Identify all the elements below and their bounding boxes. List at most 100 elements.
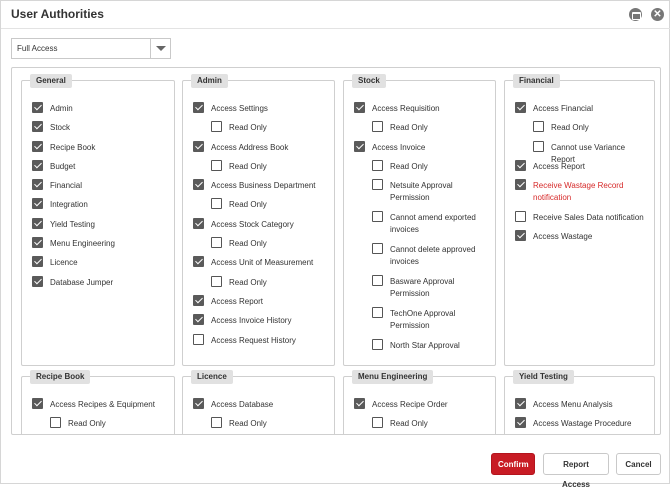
- checkbox-checked[interactable]: [32, 140, 43, 152]
- checkbox-checked[interactable]: [515, 102, 526, 113]
- permission-item[interactable]: Receive Wastage Record notification: [515, 176, 650, 208]
- checkbox-checked[interactable]: [193, 217, 204, 229]
- permission-item[interactable]: Read Only: [354, 157, 491, 176]
- checkbox-unchecked[interactable]: [211, 237, 222, 249]
- checkbox-checked[interactable]: [193, 102, 204, 113]
- report-access-button[interactable]: Report Access: [543, 453, 609, 489]
- permission-item[interactable]: Access Recipes & Equipment: [32, 395, 170, 414]
- permission-item[interactable]: Access Unit of Measurement: [193, 253, 330, 272]
- permission-item[interactable]: Read Only: [515, 118, 650, 137]
- permission-item[interactable]: Cannot amend exported invoices: [354, 208, 491, 240]
- access-level-select[interactable]: Full Access: [11, 38, 171, 59]
- checkbox-unchecked[interactable]: [211, 159, 222, 171]
- checkbox-unchecked[interactable]: [211, 121, 222, 133]
- permission-item[interactable]: Read Only: [354, 118, 491, 137]
- checkbox-unchecked[interactable]: [372, 243, 383, 255]
- checkbox-checked[interactable]: [32, 398, 43, 409]
- permission-item[interactable]: Read Only: [193, 414, 330, 433]
- checkbox-unchecked[interactable]: [211, 417, 222, 429]
- permission-item[interactable]: Access Report: [515, 157, 650, 176]
- checkbox-checked[interactable]: [32, 121, 43, 133]
- permission-item[interactable]: Access Invoice History: [193, 311, 330, 330]
- permission-item[interactable]: Database Jumper: [32, 273, 170, 292]
- checkbox-checked[interactable]: [193, 314, 204, 326]
- permission-item[interactable]: Access Stock Category: [193, 215, 330, 234]
- permission-item[interactable]: Access Request History: [193, 331, 330, 350]
- checkbox-checked[interactable]: [32, 275, 43, 287]
- checkbox-checked[interactable]: [32, 198, 43, 210]
- permission-item[interactable]: Access Database: [193, 395, 330, 414]
- cancel-button[interactable]: Cancel: [616, 453, 661, 475]
- permission-item[interactable]: Access Recipe Order: [354, 395, 491, 414]
- permission-item[interactable]: Recipe Book: [32, 138, 170, 157]
- permissions-scroll-area[interactable]: General Admin Stock Recipe Book Budget Financ…: [11, 67, 661, 435]
- permission-item[interactable]: Netsuite Approval Permission: [354, 176, 491, 208]
- permission-item[interactable]: Read Only: [193, 157, 330, 176]
- permission-item[interactable]: Read Only: [193, 118, 330, 137]
- checkbox-unchecked[interactable]: [50, 417, 61, 429]
- checkbox-checked[interactable]: [193, 294, 204, 306]
- permission-item[interactable]: Read Only: [193, 234, 330, 253]
- checkbox-checked[interactable]: [32, 159, 43, 171]
- checkbox-checked[interactable]: [515, 179, 526, 191]
- checkbox-unchecked[interactable]: [372, 307, 383, 319]
- permission-item[interactable]: TechOne Approval Permission: [354, 304, 491, 336]
- permission-item[interactable]: Access Requisition: [354, 99, 491, 118]
- checkbox-checked[interactable]: [515, 398, 526, 409]
- checkbox-unchecked[interactable]: [211, 275, 222, 287]
- checkbox-checked[interactable]: [32, 237, 43, 249]
- permission-item[interactable]: Read Only: [32, 414, 170, 433]
- permission-item[interactable]: Financial: [32, 176, 170, 195]
- permission-item[interactable]: Integration: [32, 195, 170, 214]
- checkbox-unchecked[interactable]: [372, 275, 383, 287]
- checkbox-unchecked[interactable]: [533, 121, 544, 133]
- permission-item[interactable]: Access Settings: [193, 99, 330, 118]
- close-icon[interactable]: ✕: [651, 8, 664, 21]
- permission-item[interactable]: Receive Sales Data notification: [515, 208, 650, 227]
- permission-item[interactable]: Budget: [32, 157, 170, 176]
- permission-item[interactable]: Read Only: [193, 273, 330, 292]
- permission-item[interactable]: Access Financial: [515, 99, 650, 118]
- checkbox-checked[interactable]: [32, 217, 43, 229]
- permission-item[interactable]: North Star Approval: [354, 336, 491, 355]
- checkbox-unchecked[interactable]: [372, 211, 383, 223]
- permission-item[interactable]: Access Wastage: [515, 227, 650, 246]
- permission-item[interactable]: Menu Engineering: [32, 234, 170, 253]
- permission-item[interactable]: Basware Approval Permission: [354, 272, 491, 304]
- checkbox-checked[interactable]: [354, 140, 365, 152]
- permission-item[interactable]: Access Wastage Procedure: [515, 414, 650, 433]
- checkbox-checked[interactable]: [193, 140, 204, 152]
- permission-item[interactable]: Access Invoice: [354, 138, 491, 157]
- permission-item[interactable]: Access Address Book: [193, 138, 330, 157]
- checkbox-unchecked[interactable]: [372, 179, 383, 191]
- checkbox-checked[interactable]: [515, 230, 526, 242]
- checkbox-checked[interactable]: [193, 398, 204, 409]
- checkbox-checked[interactable]: [354, 398, 365, 409]
- checkbox-unchecked[interactable]: [372, 121, 383, 133]
- checkbox-checked[interactable]: [32, 256, 43, 268]
- permission-item[interactable]: Access Report: [193, 292, 330, 311]
- checkbox-unchecked[interactable]: [193, 333, 204, 345]
- permission-item[interactable]: Stock: [32, 118, 170, 137]
- checkbox-checked[interactable]: [515, 417, 526, 429]
- permission-item[interactable]: Read Only: [354, 414, 491, 433]
- chevron-down-icon[interactable]: [150, 39, 170, 58]
- checkbox-unchecked[interactable]: [533, 140, 544, 152]
- checkbox-checked[interactable]: [515, 159, 526, 171]
- checkbox-unchecked[interactable]: [372, 417, 383, 429]
- restore-icon[interactable]: [629, 8, 642, 21]
- permission-item[interactable]: Cannot delete approved invoices: [354, 240, 491, 272]
- checkbox-checked[interactable]: [193, 179, 204, 191]
- checkbox-checked[interactable]: [354, 102, 365, 113]
- checkbox-checked[interactable]: [32, 179, 43, 191]
- permission-item[interactable]: Yield Testing: [32, 215, 170, 234]
- permission-item[interactable]: Admin: [32, 99, 170, 118]
- permission-item[interactable]: Read Only: [193, 195, 330, 214]
- permission-item[interactable]: Access Menu Analysis: [515, 395, 650, 414]
- checkbox-checked[interactable]: [193, 256, 204, 268]
- checkbox-unchecked[interactable]: [515, 211, 526, 223]
- permission-item[interactable]: Licence: [32, 253, 170, 272]
- checkbox-unchecked[interactable]: [211, 198, 222, 210]
- checkbox-unchecked[interactable]: [372, 339, 383, 351]
- permission-item[interactable]: Cannot use Variance Report: [515, 138, 650, 164]
